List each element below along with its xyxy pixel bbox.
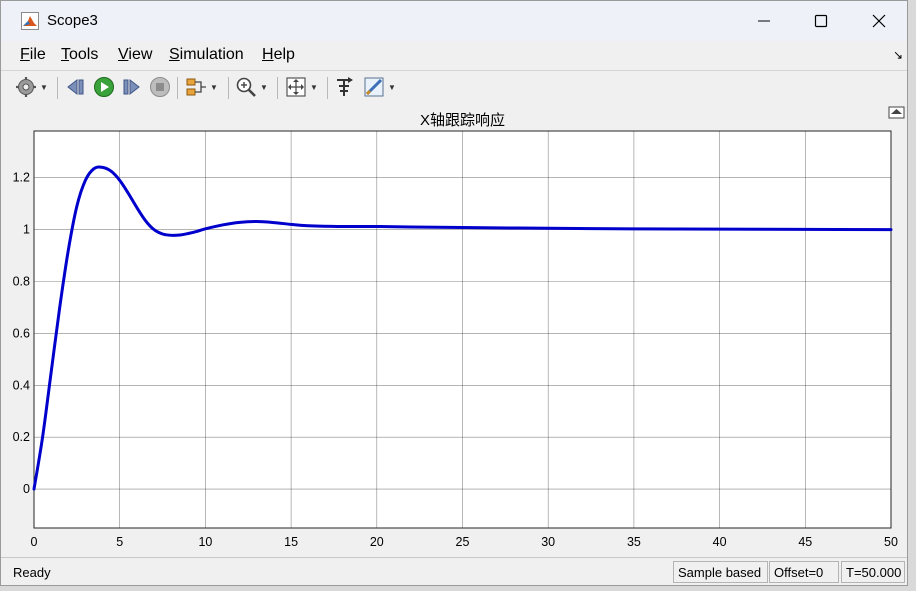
offset-indicator: Offset=0 [769,561,839,583]
gear-icon [16,77,36,97]
x-tick-label: 25 [456,535,470,549]
menu-view[interactable]: View [118,46,152,64]
toolbar-separator [228,77,229,99]
x-tick-label: 0 [31,535,38,549]
matlab-icon [21,12,39,30]
menu-bar: File Tools View Simulation Help ↘ [1,41,907,70]
title-bar[interactable]: Scope3 [1,1,907,41]
step-forward-button[interactable] [121,75,143,99]
restore-layout-icon [337,77,353,96]
x-tick-label: 15 [284,535,298,549]
dropdown-arrow-icon[interactable]: ▼ [310,83,318,92]
time-indicator: T=50.000 [841,561,905,583]
window-title: Scope3 [47,12,98,29]
x-tick-label: 35 [627,535,641,549]
stop-icon [150,77,170,97]
step-back-button[interactable] [65,75,87,99]
chart-title: X轴跟踪响应 [420,111,505,129]
toolbar-separator [327,77,328,99]
scope-window: Scope3 File Tools View Simulation Help ↘… [0,0,908,586]
close-icon [872,14,886,28]
toolbar-separator [57,77,58,99]
x-tick-label: 20 [370,535,384,549]
status-bar: Ready Sample based Offset=0 T=50.000 [1,557,907,585]
autoscale-icon [286,77,306,97]
y-tick-label: 1 [23,223,30,237]
zoom-icon [236,77,256,97]
x-tick-label: 10 [198,535,212,549]
toolbar-separator [177,77,178,99]
minimize-button[interactable] [735,5,793,37]
dropdown-arrow-icon[interactable]: ▼ [210,83,218,92]
x-tick-label: 40 [713,535,727,549]
toolbar-separator [277,77,278,99]
configuration-button[interactable]: ▼ [15,75,48,99]
dropdown-arrow-icon[interactable]: ▼ [40,83,48,92]
y-tick-label: 0.6 [13,326,30,340]
scope-chart[interactable]: X轴跟踪响应 0 5 10 15 20 25 30 35 40 45 50 0 0.2 0.4 0.6 0.8 1… [1,104,908,556]
style-button[interactable]: ▼ [363,75,396,99]
autoscale-button[interactable]: ▼ [285,75,318,99]
restore-layout-button[interactable] [334,75,356,99]
dropdown-arrow-icon[interactable]: ▼ [260,83,268,92]
y-tick-label: 0 [23,482,30,496]
status-text: Ready [13,565,51,580]
maximize-button[interactable] [792,5,850,37]
menu-simulation[interactable]: Simulation [169,46,244,64]
close-button[interactable] [850,5,907,37]
menu-file[interactable]: File [20,46,46,64]
zoom-button[interactable]: ▼ [235,75,268,99]
toolbar: ▼ ▼ ▼ ▼ ▼ [1,70,907,105]
minimize-icon [758,20,770,22]
run-icon [94,77,114,97]
maximize-icon [814,14,828,28]
step-back-icon [67,78,84,96]
run-button[interactable] [93,75,115,99]
signal-selector-icon [186,78,206,96]
x-tick-label: 50 [884,535,898,549]
y-tick-label: 1.2 [13,171,30,185]
x-tick-label: 5 [116,535,123,549]
step-forward-icon [123,78,140,96]
menu-help[interactable]: Help [262,46,295,64]
y-tick-label: 0.2 [13,430,30,444]
menu-tools[interactable]: Tools [61,46,98,64]
undock-arrow-icon[interactable]: ↘ [893,48,903,62]
x-tick-label: 30 [541,535,555,549]
style-icon [364,77,384,97]
sample-mode-indicator: Sample based [673,561,768,583]
dropdown-arrow-icon[interactable]: ▼ [388,83,396,92]
y-tick-label: 0.4 [13,378,30,392]
plot-area: X轴跟踪响应 0 5 10 15 20 25 30 35 40 45 50 0 0.2 0.4 0.6 0.8 1… [1,104,907,556]
y-tick-label: 0.8 [13,274,30,288]
x-tick-label: 45 [798,535,812,549]
stop-button[interactable] [149,75,171,99]
signal-selector-button[interactable]: ▼ [185,75,218,99]
